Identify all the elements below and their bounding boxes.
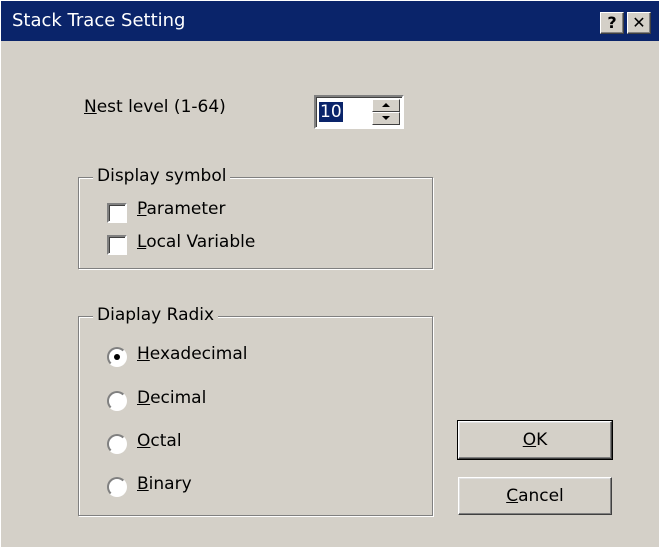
parameter-label[interactable]: Parameter xyxy=(137,199,225,219)
binary-label[interactable]: Binary xyxy=(137,474,192,494)
cancel-mnemonic: C xyxy=(506,486,519,506)
nest-level-label: Nest level (1-64) xyxy=(84,97,226,117)
local-variable-checkbox[interactable] xyxy=(107,235,127,255)
local-variable-mnemonic: L xyxy=(137,232,147,252)
nest-level-label-text: est level (1-64) xyxy=(96,97,226,117)
octal-label-text: ctal xyxy=(150,431,182,451)
ok-label-text: K xyxy=(536,430,548,450)
nest-level-input[interactable]: 10 xyxy=(319,102,343,122)
parameter-checkbox[interactable] xyxy=(107,203,127,223)
close-icon: ✕ xyxy=(632,13,646,32)
spin-up-button[interactable] xyxy=(372,99,400,112)
display-radix-group-title: Diaplay Radix xyxy=(93,305,219,325)
ok-button[interactable]: OK xyxy=(457,420,613,460)
display-symbol-group-title: Display symbol xyxy=(93,166,231,186)
hexadecimal-mnemonic: H xyxy=(137,344,150,364)
window-title: Stack Trace Setting xyxy=(12,10,186,31)
display-radix-group: Diaplay Radix xyxy=(78,305,433,516)
nest-level-mnemonic: N xyxy=(84,97,97,117)
local-variable-label[interactable]: Local Variable xyxy=(137,232,255,252)
ok-mnemonic: O xyxy=(522,430,537,450)
cancel-button[interactable]: Cancel xyxy=(458,477,612,515)
cancel-label-text: ancel xyxy=(518,486,564,506)
decimal-radio[interactable] xyxy=(107,391,127,411)
parameter-mnemonic: P xyxy=(137,199,147,219)
arrow-down-icon xyxy=(382,116,390,120)
spin-down-button[interactable] xyxy=(372,112,400,125)
binary-radio[interactable] xyxy=(107,477,127,497)
parameter-label-text: arameter xyxy=(146,199,226,219)
title-bar[interactable]: Stack Trace Setting ? ✕ xyxy=(1,1,659,41)
hexadecimal-label[interactable]: Hexadecimal xyxy=(137,344,247,364)
help-icon: ? xyxy=(607,13,617,32)
decimal-label[interactable]: Decimal xyxy=(137,388,206,408)
octal-radio[interactable] xyxy=(107,434,127,454)
display-symbol-group: Display symbol xyxy=(78,166,433,269)
octal-label[interactable]: Octal xyxy=(137,431,182,451)
help-button[interactable]: ? xyxy=(600,12,624,34)
decimal-mnemonic: D xyxy=(137,388,151,408)
local-variable-label-text: ocal Variable xyxy=(146,232,256,252)
hexadecimal-radio[interactable] xyxy=(107,347,127,367)
stack-trace-setting-dialog: Stack Trace Setting ? ✕ Nest level (1-64… xyxy=(0,0,659,547)
octal-mnemonic: O xyxy=(137,431,151,451)
decimal-label-text: ecimal xyxy=(150,388,207,408)
nest-level-spinner[interactable]: 10 xyxy=(314,95,404,129)
close-button[interactable]: ✕ xyxy=(627,12,651,34)
binary-mnemonic: B xyxy=(137,474,149,494)
arrow-up-icon xyxy=(382,103,390,107)
hexadecimal-label-text: exadecimal xyxy=(149,344,248,364)
spinner-buttons xyxy=(372,99,400,125)
binary-label-text: inary xyxy=(148,474,192,494)
